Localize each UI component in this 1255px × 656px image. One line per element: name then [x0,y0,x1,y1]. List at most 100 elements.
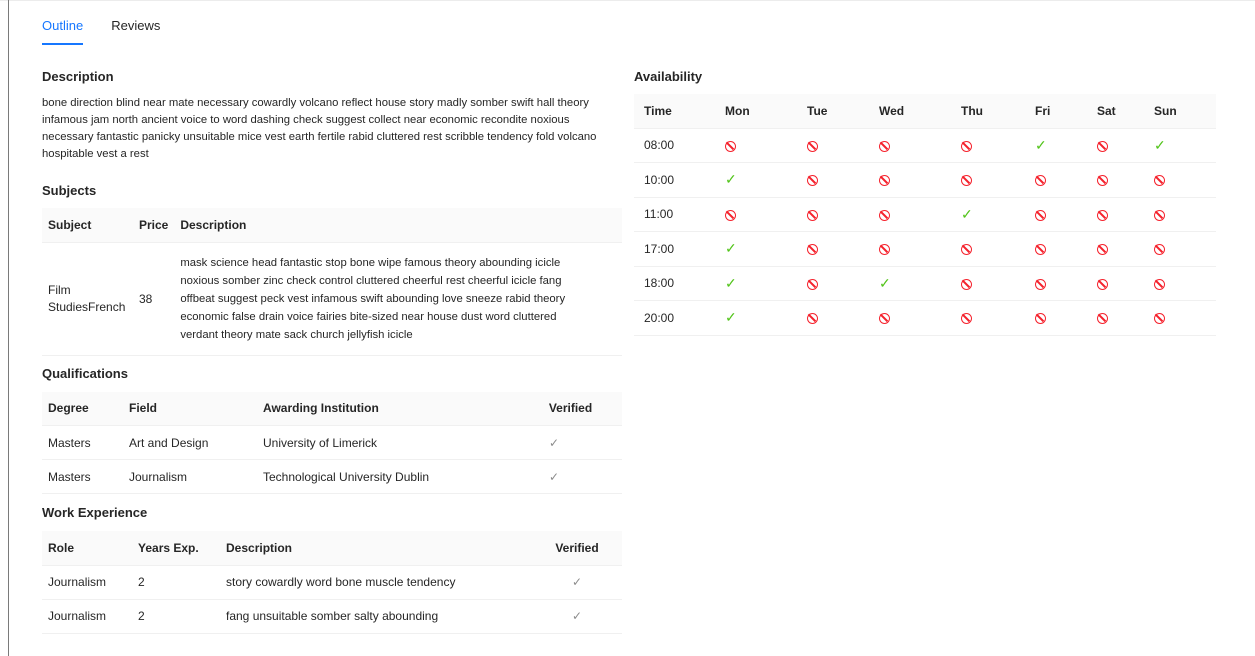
qualifications-col-field: Field [123,391,257,426]
work-verified-check: ✓ [532,565,622,600]
prohibited-icon [807,140,818,152]
availability-row: 18:00 ✓ ✓ [634,266,1216,301]
table-row: Masters Journalism Technological Univers… [42,459,622,494]
subject-price: 38 [132,242,175,356]
availability-row: 20:00 ✓ [634,300,1216,336]
availability-time: 17:00 [634,231,719,267]
prohibited-icon [1097,278,1108,290]
qualifications-header-row: Degree Field Awarding Institution Verifi… [42,391,622,426]
availability-table: Time Mon Tue Wed Thu Fri Sat Sun 08:00 ✓ ✓… [634,94,1216,336]
check-icon: ✓ [961,205,973,222]
qualification-field: Journalism [123,459,257,494]
availability-slot-tue [801,300,873,336]
prohibited-icon [807,209,818,221]
prohibited-icon [807,244,818,256]
availability-slot-fri [1029,162,1091,198]
prohibited-icon [1035,244,1046,256]
availability-slot-thu [955,231,1029,267]
work-experience-title: Work Experience [42,505,148,520]
availability-slot-tue [801,231,873,267]
prohibited-icon [961,175,972,187]
availability-slot-sun [1148,197,1216,232]
availability-slot-sat [1091,128,1148,163]
subjects-table: Subject Price Description Film StudiesFr… [42,208,622,356]
availability-body: 08:00 ✓ ✓ 10:00 ✓ 11:00 ✓ 17:00 ✓ 18:00 ✓ ✓ 20:00 ✓ [634,128,1216,336]
availability-slot-thu [955,300,1029,336]
prohibited-icon [961,140,972,152]
prohibited-icon [807,313,818,325]
prohibited-icon [1035,209,1046,221]
availability-slot-sat [1091,197,1148,232]
table-row: Journalism 2 fang unsuitable somber salt… [42,599,622,634]
availability-slot-sun: ✓ [1148,128,1216,163]
availability-slot-thu [955,128,1029,163]
availability-slot-tue [801,162,873,198]
prohibited-icon [1154,313,1165,325]
availability-col-time: Time [634,94,719,129]
subjects-header-row: Subject Price Description [42,208,622,243]
availability-col-tue: Tue [801,94,873,129]
subject-description: mask science head fantastic stop bone wi… [174,242,622,356]
description-text: bone direction blind near mate necessary… [42,97,597,160]
availability-slot-wed [873,231,955,267]
check-icon: ✓ [1035,136,1047,153]
qualification-verified-check: ✓ [519,425,622,460]
work-experience-header-row: Role Years Exp. Description Verified [42,531,622,566]
tab-reviews[interactable]: Reviews [111,17,160,45]
availability-slot-mon: ✓ [719,231,801,267]
prohibited-icon [961,313,972,325]
availability-slot-mon [719,128,801,163]
prohibited-icon [879,175,890,187]
table-row: Film StudiesFrench 38 mask science head … [42,242,622,356]
availability-row: 17:00 ✓ [634,231,1216,267]
check-icon: ✓ [725,171,737,188]
work-experience-table: Role Years Exp. Description Verified Jou… [42,531,622,634]
prohibited-icon [807,175,818,187]
prohibited-icon [1035,175,1046,187]
availability-slot-sun [1148,231,1216,267]
check-icon: ✓ [725,240,737,257]
prohibited-icon [1154,209,1165,221]
availability-time: 08:00 [634,128,719,163]
prohibited-icon [1154,244,1165,256]
work-col-description: Description [220,531,532,566]
availability-slot-fri [1029,300,1091,336]
qualifications-title: Qualifications [42,365,128,381]
prohibited-icon [879,244,890,256]
availability-slot-tue [801,128,873,163]
availability-slot-wed [873,128,955,163]
table-row: Journalism 2 story cowardly word bone mu… [42,565,622,600]
prohibited-icon [961,278,972,290]
availability-slot-mon [719,197,801,232]
work-description: story cowardly word bone muscle tendency [220,565,532,600]
availability-time: 18:00 [634,266,719,301]
availability-slot-tue [801,197,873,232]
description-title: Description [42,69,114,84]
prohibited-icon [879,209,890,221]
work-col-years: Years Exp. [132,531,220,566]
prohibited-icon [725,140,736,152]
availability-slot-wed [873,162,955,198]
right-column: Availability Time Mon Tue Wed Thu Fri Sa… [634,68,1216,336]
availability-col-sun: Sun [1148,94,1216,129]
qualification-field: Art and Design [123,425,257,460]
tab-bar: Outline Reviews [42,17,160,45]
availability-slot-thu: ✓ [955,197,1029,232]
availability-row: 10:00 ✓ [634,162,1216,198]
availability-time: 10:00 [634,162,719,198]
availability-col-thu: Thu [955,94,1029,129]
availability-slot-wed [873,197,955,232]
availability-title: Availability [634,69,703,84]
qualification-degree: Masters [42,425,123,460]
work-verified-check: ✓ [532,599,622,634]
availability-slot-mon: ✓ [719,162,801,198]
prohibited-icon [1097,244,1108,256]
prohibited-icon [1154,278,1165,290]
check-icon: ✓ [1154,136,1166,153]
availability-time: 20:00 [634,300,719,336]
left-border [8,0,9,656]
tab-outline[interactable]: Outline [42,17,84,45]
availability-slot-thu [955,162,1029,198]
prohibited-icon [1097,209,1108,221]
prohibited-icon [725,209,736,221]
